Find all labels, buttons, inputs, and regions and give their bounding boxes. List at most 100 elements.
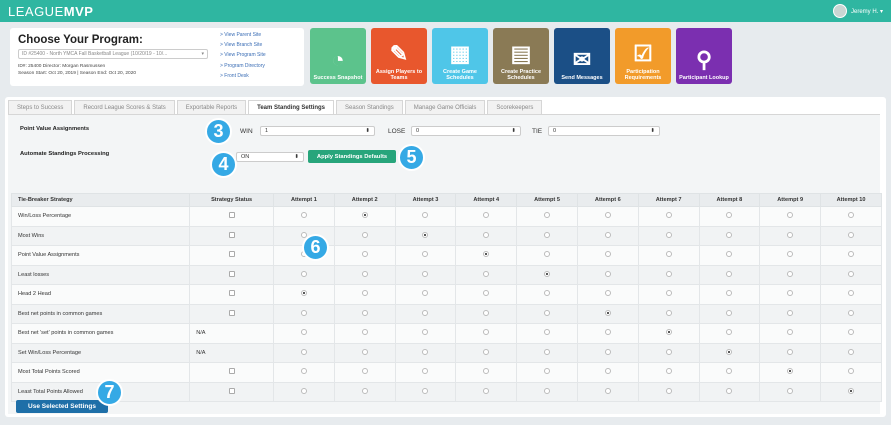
attempt-10-radio[interactable] [848,290,855,297]
attempt-7-radio[interactable] [665,309,672,316]
attempt-7-radio[interactable] [665,212,672,219]
attempt-5-radio[interactable] [544,251,551,258]
attempt-2-radio[interactable] [361,368,368,375]
attempt-9-radio[interactable] [787,387,794,394]
attempt-5-radio[interactable] [544,387,551,394]
attempt-8-radio[interactable] [726,387,733,394]
tile-assign[interactable]: ✎ Assign Players to Teams [371,28,427,84]
attempt-8-radio[interactable] [726,348,733,355]
tile-practice-calendar[interactable]: ▤ Create Practice Schedules [493,28,549,84]
attempt-5-radio[interactable] [544,348,551,355]
attempt-7-radio[interactable] [665,348,672,355]
attempt-4-radio[interactable] [483,251,490,258]
tab-team-standing-settings[interactable]: Team Standing Settings [248,100,335,114]
attempt-6-radio[interactable] [604,290,611,297]
program-select[interactable]: ID #25400 - North YMCA Fall Basketball L… [18,49,208,59]
attempt-9-radio[interactable] [787,270,794,277]
attempt-3-radio[interactable] [422,368,429,375]
attempt-6-radio[interactable] [604,309,611,316]
tab-exportable-reports[interactable]: Exportable Reports [176,100,247,114]
attempt-1-radio[interactable] [300,348,307,355]
app-logo[interactable]: LEAGUEMVP [8,4,93,19]
attempt-6-radio[interactable] [604,251,611,258]
attempt-10-radio[interactable] [848,309,855,316]
attempt-2-radio[interactable] [361,212,368,219]
attempt-4-radio[interactable] [483,290,490,297]
attempt-1-radio[interactable] [300,212,307,219]
attempt-8-radio[interactable] [726,212,733,219]
attempt-6-radio[interactable] [604,212,611,219]
attempt-6-radio[interactable] [604,329,611,336]
strategy-status-checkbox[interactable] [228,212,235,219]
strategy-status-checkbox[interactable] [228,231,235,238]
strategy-status-checkbox[interactable] [228,251,235,258]
strategy-status-checkbox[interactable] [228,290,235,297]
attempt-9-radio[interactable] [787,290,794,297]
attempt-9-radio[interactable] [787,309,794,316]
attempt-10-radio[interactable] [848,387,855,394]
attempt-1-radio[interactable] [300,329,307,336]
attempt-2-radio[interactable] [361,231,368,238]
attempt-9-radio[interactable] [787,368,794,375]
attempt-6-radio[interactable] [604,368,611,375]
attempt-7-radio[interactable] [665,270,672,277]
attempt-3-radio[interactable] [422,212,429,219]
attempt-10-radio[interactable] [848,368,855,375]
tab-scorekeepers[interactable]: Scorekeepers [487,100,543,114]
attempt-5-radio[interactable] [544,212,551,219]
attempt-5-radio[interactable] [544,329,551,336]
attempt-7-radio[interactable] [665,368,672,375]
attempt-7-radio[interactable] [665,329,672,336]
program-directory-link[interactable]: > Program Directory [220,61,266,71]
attempt-8-radio[interactable] [726,290,733,297]
tile-search[interactable]: ⚲ Participant Lookup [676,28,732,84]
view-program-site-link[interactable]: > View Program Site [220,50,266,60]
attempt-4-radio[interactable] [483,212,490,219]
attempt-9-radio[interactable] [787,329,794,336]
attempt-1-radio[interactable] [300,290,307,297]
tile-document-check[interactable]: ☑ Participation Requirements [615,28,671,84]
strategy-status-checkbox[interactable] [228,368,235,375]
attempt-9-radio[interactable] [787,348,794,355]
tile-gauge[interactable]: ◔ Success Snapshot [310,28,366,84]
strategy-status-checkbox[interactable] [228,270,235,277]
attempt-10-radio[interactable] [848,329,855,336]
win-select[interactable]: 1 ⬍ [260,126,375,136]
attempt-1-radio[interactable] [300,270,307,277]
attempt-2-radio[interactable] [361,251,368,258]
attempt-1-radio[interactable] [300,387,307,394]
attempt-2-radio[interactable] [361,309,368,316]
attempt-10-radio[interactable] [848,348,855,355]
attempt-10-radio[interactable] [848,231,855,238]
strategy-status-checkbox[interactable] [228,387,235,394]
tile-envelope[interactable]: ✉ Send Messages [554,28,610,84]
attempt-6-radio[interactable] [604,387,611,394]
tile-calendar[interactable]: ▦ Create Game Schedules [432,28,488,84]
attempt-6-radio[interactable] [604,270,611,277]
attempt-3-radio[interactable] [422,270,429,277]
attempt-10-radio[interactable] [848,212,855,219]
attempt-4-radio[interactable] [483,309,490,316]
attempt-1-radio[interactable] [300,309,307,316]
attempt-9-radio[interactable] [787,212,794,219]
attempt-7-radio[interactable] [665,387,672,394]
attempt-9-radio[interactable] [787,231,794,238]
attempt-3-radio[interactable] [422,329,429,336]
view-parent-site-link[interactable]: > View Parent Site [220,30,266,40]
attempt-8-radio[interactable] [726,270,733,277]
view-branch-site-link[interactable]: > View Branch Site [220,40,266,50]
lose-select[interactable]: 0 ⬍ [411,126,521,136]
attempt-5-radio[interactable] [544,270,551,277]
front-desk-link[interactable]: > Front Desk [220,71,266,81]
attempt-8-radio[interactable] [726,231,733,238]
attempt-9-radio[interactable] [787,251,794,258]
attempt-7-radio[interactable] [665,290,672,297]
attempt-3-radio[interactable] [422,348,429,355]
attempt-3-radio[interactable] [422,251,429,258]
attempt-6-radio[interactable] [604,231,611,238]
attempt-4-radio[interactable] [483,387,490,394]
attempt-8-radio[interactable] [726,368,733,375]
tab-manage-game-officials[interactable]: Manage Game Officials [404,100,486,114]
attempt-2-radio[interactable] [361,290,368,297]
tab-record-league-scores-stats[interactable]: Record League Scores & Stats [74,100,175,114]
